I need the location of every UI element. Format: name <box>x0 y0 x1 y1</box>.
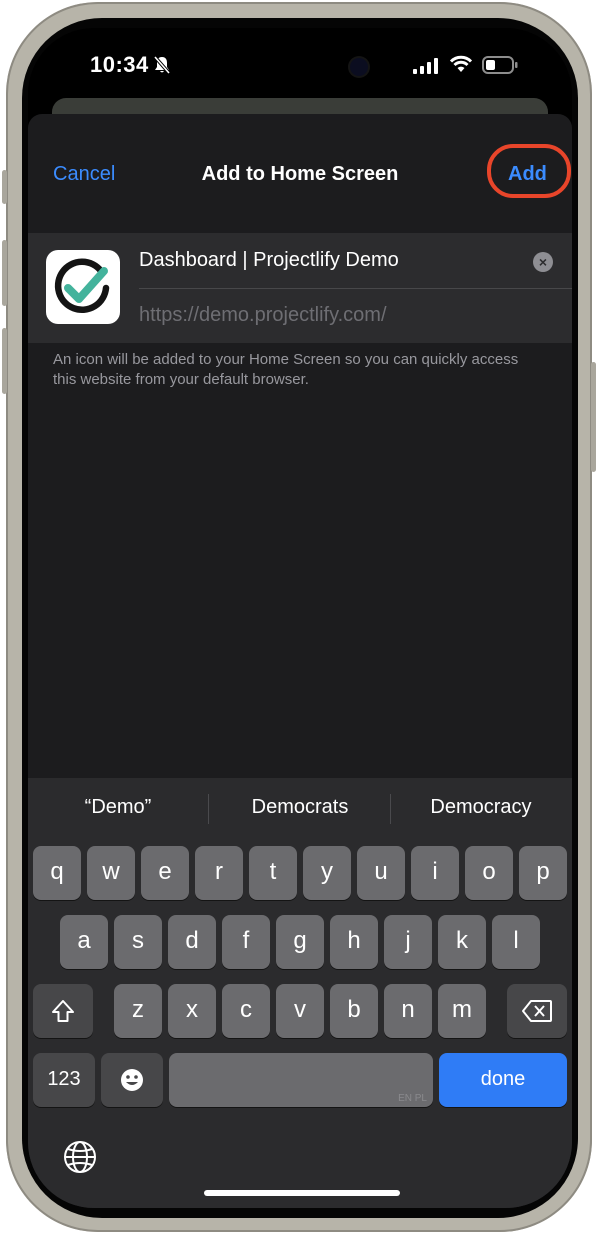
keyboard: “Demo” Democrats Democracy q w e r t y u… <box>28 778 572 1208</box>
backspace-icon <box>522 1000 552 1022</box>
cellular-signal-icon <box>413 58 439 79</box>
key-s[interactable]: s <box>114 915 162 969</box>
globe-icon[interactable] <box>63 1140 97 1179</box>
done-key[interactable]: done <box>439 1053 567 1107</box>
emoji-key[interactable] <box>101 1053 163 1107</box>
key-c[interactable]: c <box>222 984 270 1038</box>
bookmark-card: Dashboard | Projectlify Demo × https://d… <box>28 233 572 343</box>
key-b[interactable]: b <box>330 984 378 1038</box>
key-z[interactable]: z <box>114 984 162 1038</box>
suggestion-divider <box>208 794 209 824</box>
space-language-label: EN PL <box>398 1093 427 1104</box>
add-button[interactable]: Add <box>508 163 547 186</box>
key-x[interactable]: x <box>168 984 216 1038</box>
key-m[interactable]: m <box>438 984 486 1038</box>
bookmark-name-input[interactable]: Dashboard | Projectlify Demo <box>139 249 399 272</box>
space-key[interactable]: EN PL <box>169 1053 433 1107</box>
key-n[interactable]: n <box>384 984 432 1038</box>
wifi-icon <box>449 55 473 78</box>
shift-icon <box>52 1000 74 1022</box>
key-u[interactable]: u <box>357 846 405 900</box>
key-i[interactable]: i <box>411 846 459 900</box>
key-r[interactable]: r <box>195 846 243 900</box>
field-divider <box>139 288 572 289</box>
power-button <box>591 362 596 472</box>
key-f[interactable]: f <box>222 915 270 969</box>
suggestion-item[interactable]: Democrats <box>210 796 390 819</box>
key-h[interactable]: h <box>330 915 378 969</box>
key-q[interactable]: q <box>33 846 81 900</box>
key-y[interactable]: y <box>303 846 351 900</box>
key-d[interactable]: d <box>168 915 216 969</box>
shift-key[interactable] <box>33 984 93 1038</box>
silent-mode-bell-icon <box>152 55 172 80</box>
bookmark-url: https://demo.projectlify.com/ <box>139 304 387 326</box>
home-indicator[interactable] <box>204 1190 400 1196</box>
projectlify-app-icon <box>46 250 120 324</box>
phone-screen: 10:34 Cancel Add to Home Screen Add Dash… <box>28 28 572 1208</box>
explanation-text: An icon will be added to your Home Scree… <box>53 351 519 388</box>
suggestion-item[interactable]: Democracy <box>391 796 571 819</box>
clear-text-icon[interactable]: × <box>533 252 553 272</box>
key-t[interactable]: t <box>249 846 297 900</box>
key-g[interactable]: g <box>276 915 324 969</box>
volume-down-button <box>2 328 7 394</box>
emoji-icon <box>121 1069 143 1091</box>
key-v[interactable]: v <box>276 984 324 1038</box>
suggestion-item[interactable]: “Demo” <box>28 796 208 819</box>
key-e[interactable]: e <box>141 846 189 900</box>
key-a[interactable]: a <box>60 915 108 969</box>
key-k[interactable]: k <box>438 915 486 969</box>
action-button <box>2 170 7 204</box>
volume-up-button <box>2 240 7 306</box>
key-j[interactable]: j <box>384 915 432 969</box>
key-w[interactable]: w <box>87 846 135 900</box>
status-time: 10:34 <box>90 52 149 77</box>
battery-icon <box>482 56 518 79</box>
key-l[interactable]: l <box>492 915 540 969</box>
camera-lens-icon <box>350 58 368 76</box>
key-o[interactable]: o <box>465 846 513 900</box>
delete-key[interactable] <box>507 984 567 1038</box>
key-p[interactable]: p <box>519 846 567 900</box>
numbers-key[interactable]: 123 <box>33 1053 95 1107</box>
status-bar: 10:34 <box>28 28 572 98</box>
